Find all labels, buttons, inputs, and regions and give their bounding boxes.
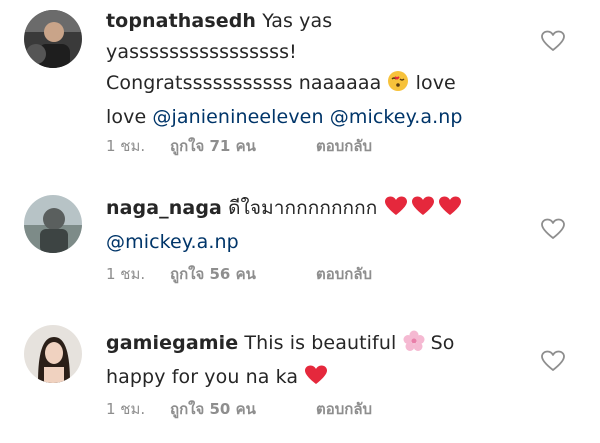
comment-text-part: love (415, 72, 456, 94)
like-heart-icon[interactable] (541, 218, 565, 240)
comment-text: naga_naga ดีใจมากกกกกกกก @mickey.a.np (106, 193, 536, 258)
comment-meta: 1 ชม. ถูกใจ 56 คน ตอบกลับ (106, 262, 372, 286)
comment-username[interactable]: gamiegamie (106, 332, 238, 354)
likes-count[interactable]: ถูกใจ 56 คน (170, 262, 316, 286)
mention-link[interactable]: @mickey.a.np (106, 231, 239, 253)
comment-username[interactable]: naga_naga (106, 197, 222, 219)
mention-link[interactable]: @mickey.a.np (330, 106, 463, 128)
comment-text-part: ดีใจมากกกกกกกก (228, 197, 378, 219)
comment-text-part: yassssssssssssssss! (106, 41, 297, 63)
red-heart-icon (304, 364, 328, 396)
comment-text-part: love (106, 106, 147, 128)
like-heart-icon[interactable] (541, 30, 565, 52)
comment-text: gamiegamie This is beautiful So happy fo… (106, 328, 536, 396)
comment-text-part: happy for you na ka (106, 366, 299, 388)
reply-button[interactable]: ตอบกลับ (316, 397, 372, 421)
timestamp: 1 ชม. (106, 400, 146, 418)
comment-text-part: Yas yas (262, 10, 333, 32)
avatar[interactable] (24, 10, 82, 68)
like-heart-icon[interactable] (541, 350, 565, 372)
kissing-face-icon (387, 70, 409, 102)
comment-text-part: This is beautiful (244, 332, 397, 354)
likes-count[interactable]: ถูกใจ 71 คน (170, 134, 316, 158)
reply-button[interactable]: ตอบกลับ (316, 134, 372, 158)
comment-meta: 1 ชม. ถูกใจ 71 คน ตอบกลับ (106, 134, 372, 158)
likes-count[interactable]: ถูกใจ 50 คน (170, 397, 316, 421)
mention-link[interactable]: @janienineeleven (152, 106, 323, 128)
timestamp: 1 ชม. (106, 137, 146, 155)
comment-text-part: Congratsssssssssss naaaaaa (106, 72, 382, 94)
timestamp: 1 ชม. (106, 265, 146, 283)
comment-meta: 1 ชม. ถูกใจ 50 คน ตอบกลับ (106, 397, 372, 421)
comment-username[interactable]: topnathasedh (106, 10, 256, 32)
avatar[interactable] (24, 195, 82, 253)
comment-text-part: So (430, 332, 455, 354)
reply-button[interactable]: ตอบกลับ (316, 262, 372, 286)
comment-text: topnathasedh Yas yas yassssssssssssssss!… (106, 6, 536, 133)
avatar[interactable] (24, 325, 82, 383)
red-heart-icon (384, 195, 462, 227)
cherry-blossom-icon (403, 330, 425, 362)
